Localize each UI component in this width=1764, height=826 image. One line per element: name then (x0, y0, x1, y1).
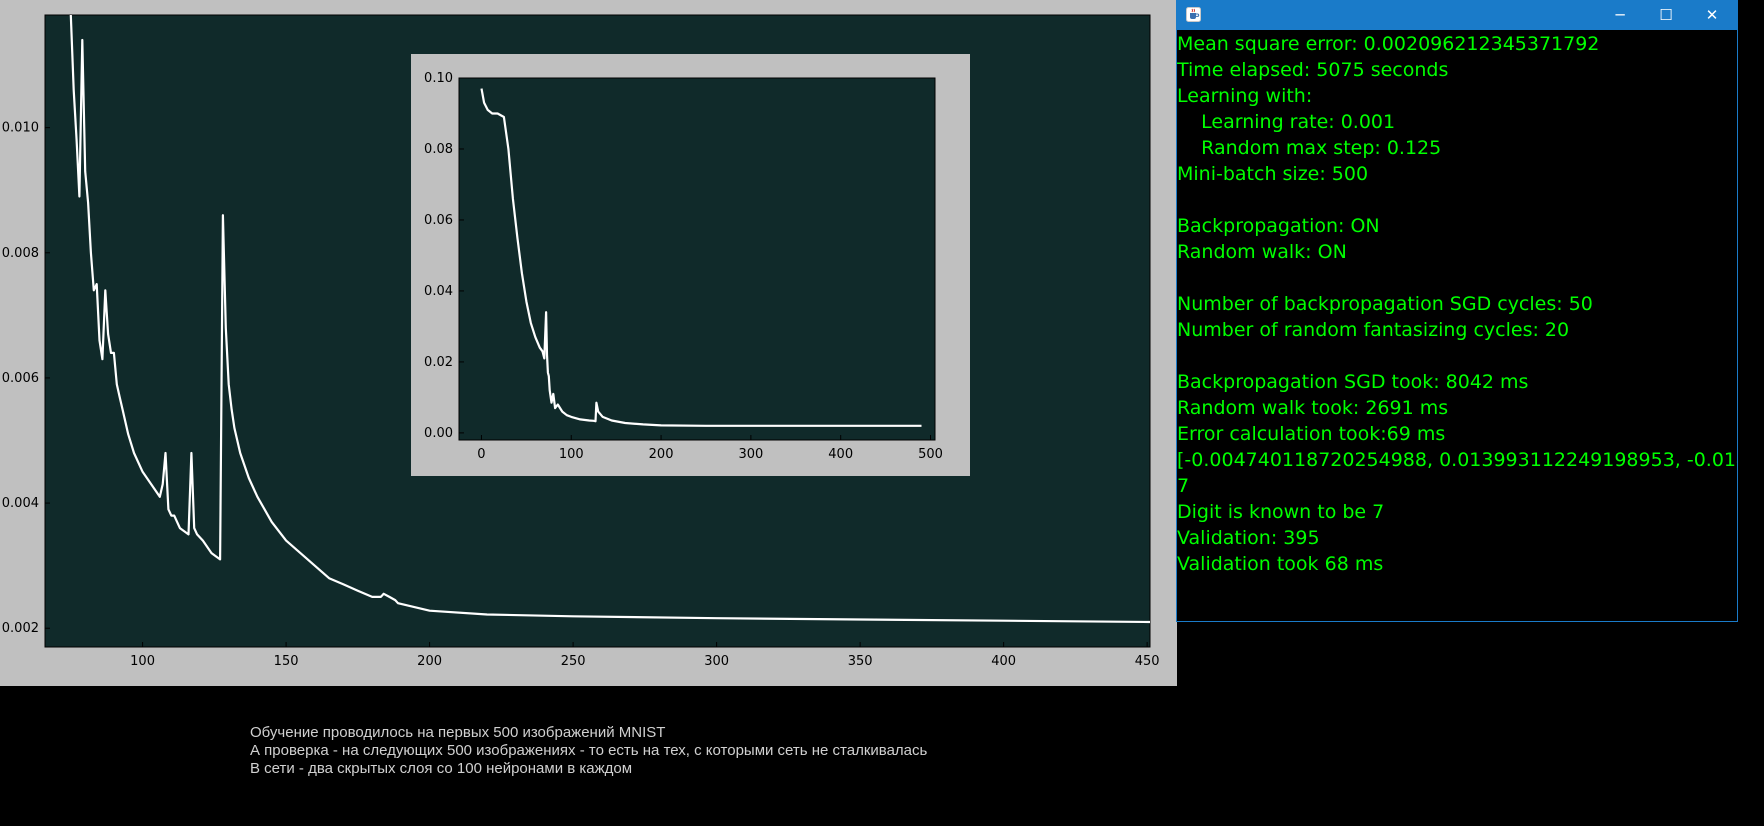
console-line: 7 (1177, 475, 1190, 497)
console-line: Error calculation took:69 ms (1177, 423, 1446, 445)
x-tick-label: 350 (848, 654, 873, 669)
y-tick-label: 0.010 (2, 121, 39, 136)
x-tick-label: 250 (561, 654, 586, 669)
window-titlebar[interactable]: ─ ☐ ✕ (1177, 1, 1737, 30)
console-line: Digit is known to be 7 (1177, 501, 1385, 523)
y-tick-label: 0.004 (2, 496, 39, 511)
console-line: Random max step: 0.125 (1177, 137, 1442, 159)
x-tick-label: 100 (130, 654, 155, 669)
minimize-button[interactable]: ─ (1597, 1, 1643, 30)
console-line: Time elapsed: 5075 seconds (1177, 59, 1449, 81)
x-tick-label: 450 (1135, 654, 1160, 669)
main-plot-panel: 100 150 200 250 300 350 400 450 0.002 0.004 0.006 0… (0, 0, 1177, 686)
console-line: [-0.004740118720254988, 0.01399311224919… (1177, 449, 1737, 471)
y-tick-label: 0.06 (424, 213, 453, 228)
caption-line: В сети - два скрытых слоя со 100 нейрона… (250, 760, 633, 777)
caption-line: Обучение проводилось на первых 500 изобр… (250, 724, 666, 741)
y-tick-label: 0.006 (2, 371, 39, 386)
maximize-button[interactable]: ☐ (1643, 1, 1689, 30)
x-tick-label: 150 (274, 654, 299, 669)
caption-line: А проверка - на следующих 500 изображени… (250, 742, 928, 759)
y-tick-label: 0.10 (424, 71, 453, 86)
y-tick-label: 0.008 (2, 246, 39, 261)
x-tick-label: 500 (918, 447, 943, 462)
x-tick-label: 0 (477, 447, 485, 462)
x-tick-label: 200 (649, 447, 674, 462)
console-line: Number of random fantasizing cycles: 20 (1177, 319, 1570, 341)
console-line: Backpropagation SGD took: 8042 ms (1177, 371, 1529, 393)
console-line: Learning with: (1177, 85, 1313, 107)
java-cup-icon (1186, 7, 1201, 22)
inset-error-chart: 0 100 200 300 400 500 0.00 0.02 0.04 0.06 0.08 0.10 (424, 71, 943, 462)
console-line: Random walk took: 2691 ms (1177, 397, 1449, 419)
close-button[interactable]: ✕ (1689, 1, 1735, 30)
x-tick-label: 400 (991, 654, 1016, 669)
x-tick-label: 200 (417, 654, 442, 669)
console-line: Validation took 68 ms (1177, 553, 1384, 575)
x-tick-label: 100 (559, 447, 584, 462)
y-tick-label: 0.02 (424, 355, 453, 370)
plot-area (458, 77, 936, 441)
console-line: Learning rate: 0.001 (1177, 111, 1396, 133)
console-window: ─ ☐ ✕ Mean square error: 0.0020962123453… (1176, 0, 1738, 622)
console-output[interactable]: Mean square error: 0.002096212345371792 … (1177, 31, 1737, 621)
y-tick-label: 0.04 (424, 284, 453, 299)
x-tick-label: 400 (828, 447, 853, 462)
y-tick-label: 0.00 (424, 426, 453, 441)
console-line: Validation: 395 (1177, 527, 1320, 549)
y-tick-label: 0.002 (2, 621, 39, 636)
inset-plot-panel: 0 100 200 300 400 500 0.00 0.02 0.04 0.06 0.08 0.10 (411, 54, 970, 476)
x-tick-label: 300 (738, 447, 763, 462)
console-line: Mini-batch size: 500 (1177, 163, 1369, 185)
y-tick-label: 0.08 (424, 142, 453, 157)
console-line: Random walk: ON (1177, 241, 1347, 263)
caption-text: Обучение проводилось на первых 500 изобр… (250, 724, 927, 778)
console-line: Mean square error: 0.002096212345371792 (1177, 33, 1600, 55)
console-line: Backpropagation: ON (1177, 215, 1380, 237)
x-tick-label: 300 (704, 654, 729, 669)
console-line: Number of backpropagation SGD cycles: 50 (1177, 293, 1593, 315)
